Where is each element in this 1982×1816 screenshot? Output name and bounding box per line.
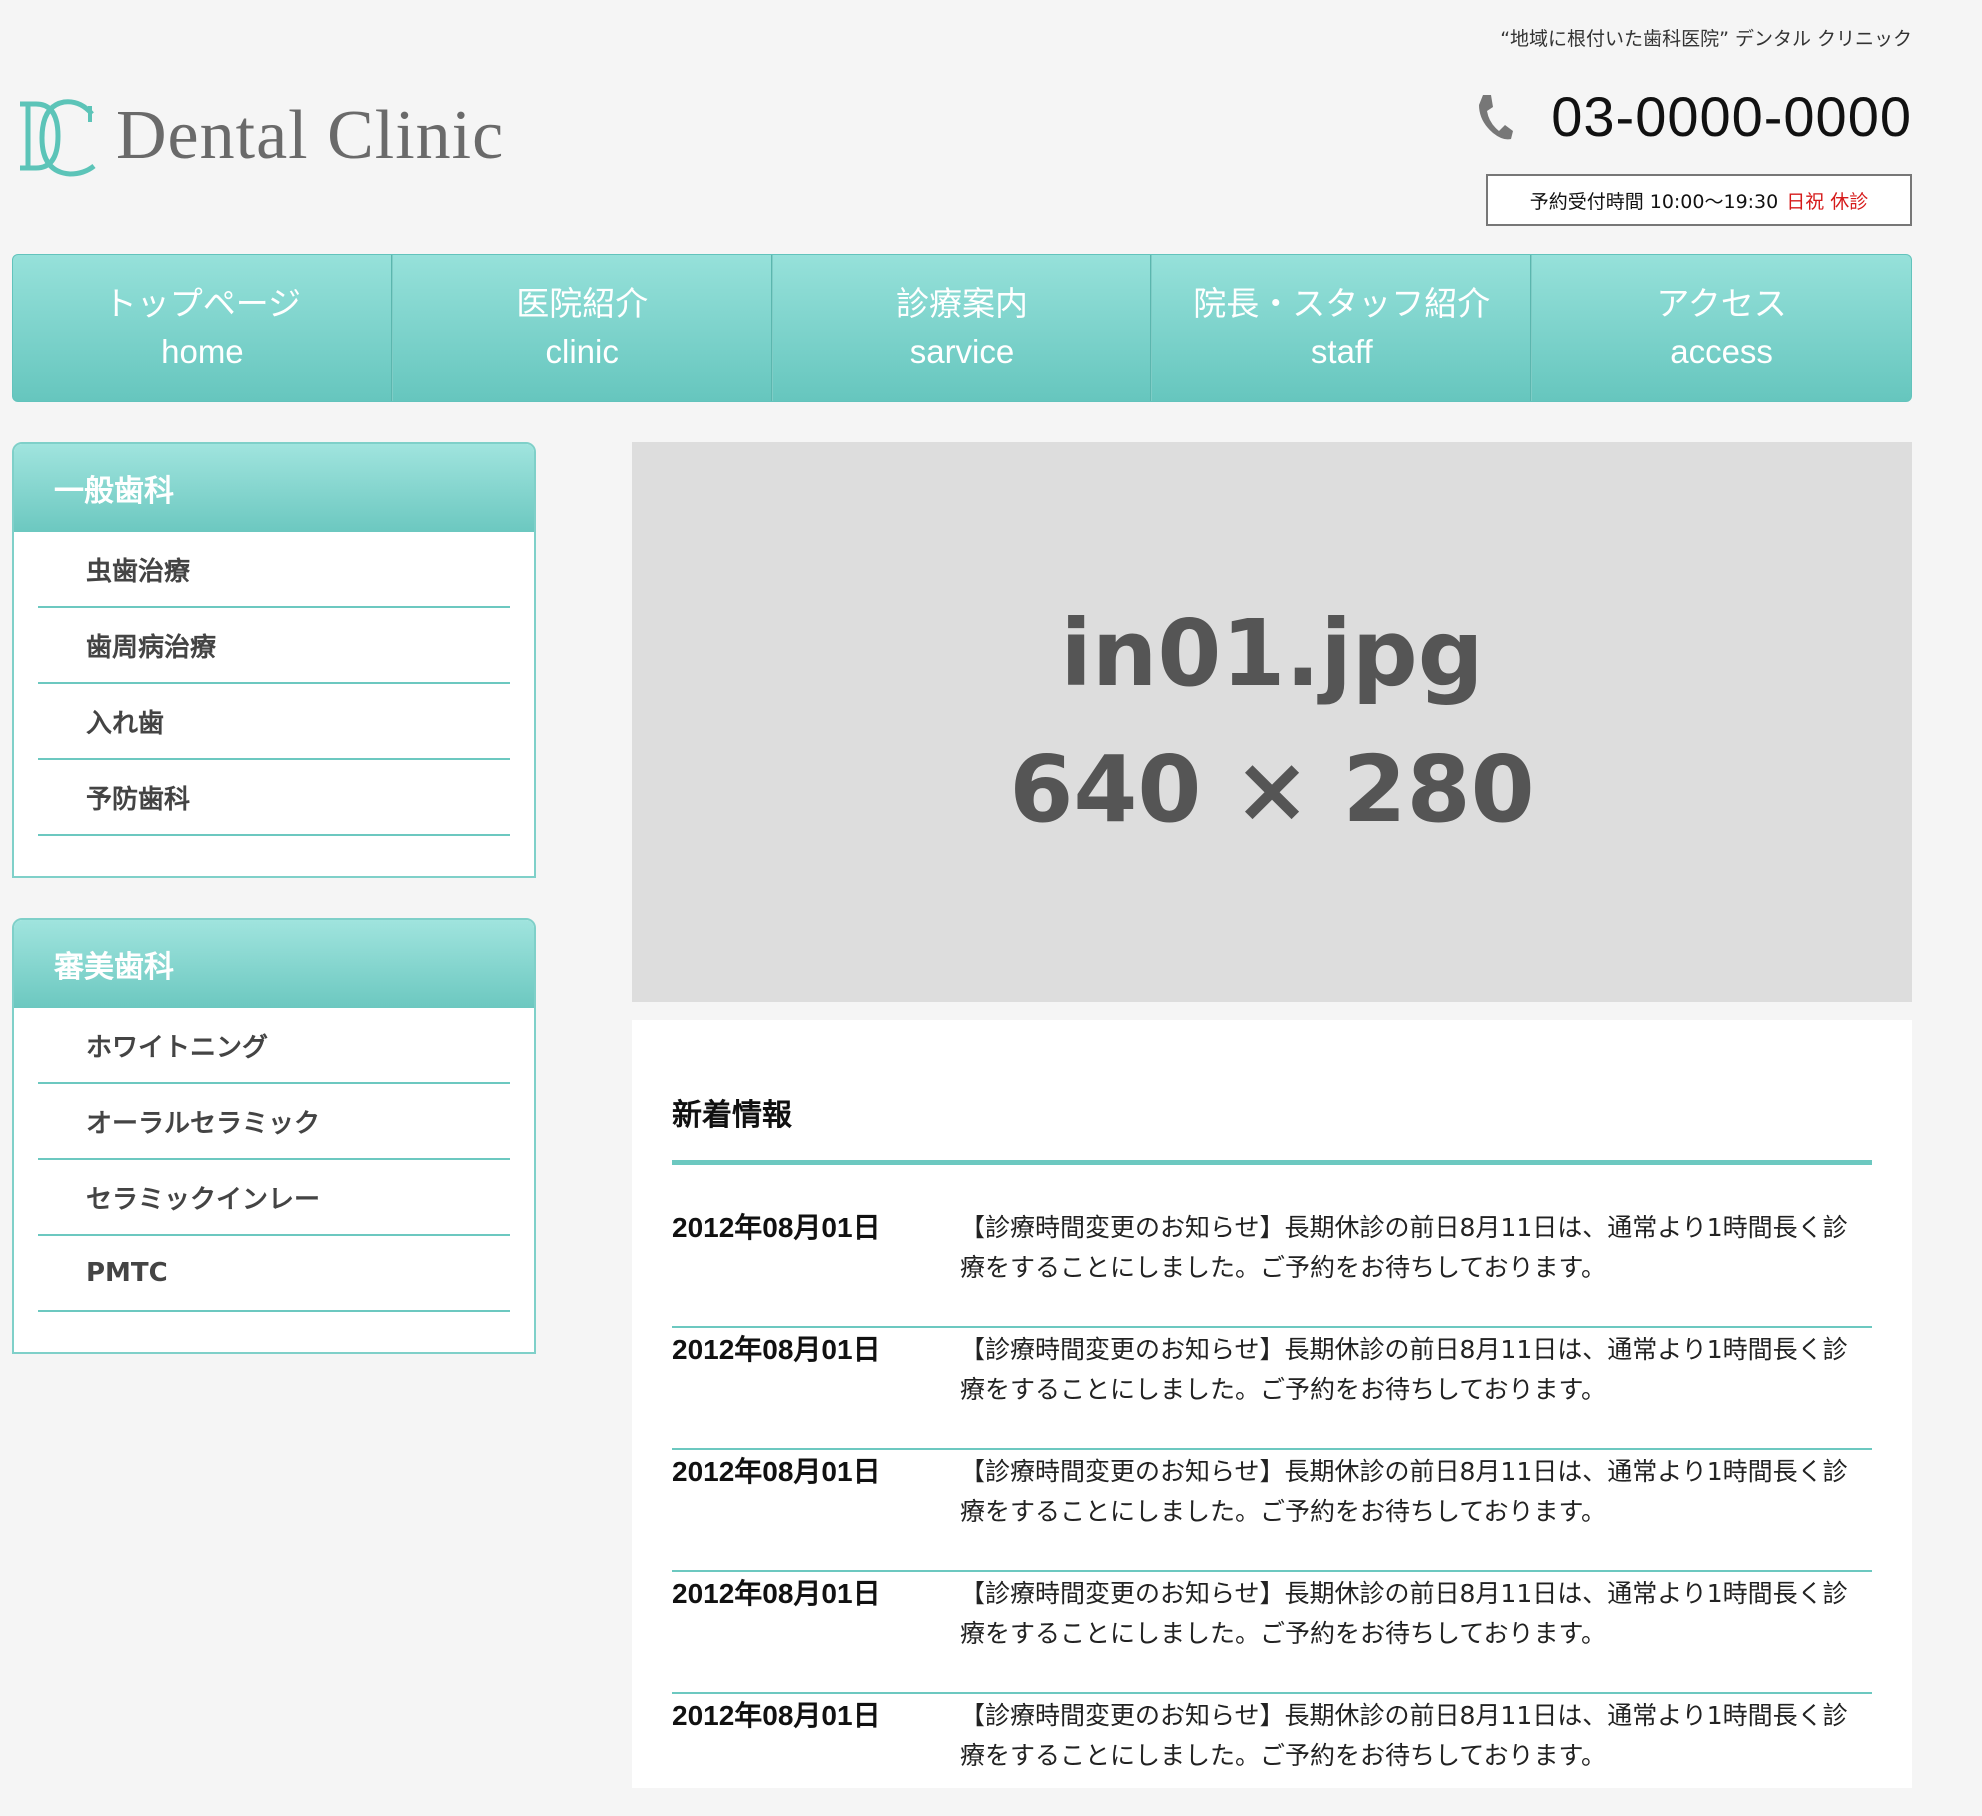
- dc-logo-icon: [20, 99, 96, 177]
- news-text: 【診療時間変更のお知らせ】長期休診の前日8月11日は、通常より1時間長く診療をす…: [960, 1213, 1848, 1282]
- nav-item-staff[interactable]: 院長・スタッフ紹介 staff: [1152, 255, 1533, 401]
- phone-icon: [1479, 94, 1514, 139]
- news-item[interactable]: 2012年08月01日 【診療時間変更のお知らせ】長期休診の前日8月11日は、通…: [672, 1328, 1872, 1450]
- nav-label-jp: アクセス: [1656, 284, 1787, 323]
- reservation-hours: 予約受付時間 10:00〜19:30 日祝 休診: [1486, 174, 1912, 226]
- placeholder-dimensions: 640 × 280: [1009, 736, 1535, 843]
- news-item[interactable]: 2012年08月01日 【診療時間変更のお知らせ】長期休診の前日8月11日は、通…: [672, 1694, 1872, 1816]
- hours-label: 予約受付時間 10:00〜19:30: [1529, 190, 1779, 213]
- nav-label-en: clinic: [545, 333, 619, 370]
- news-text: 【診療時間変更のお知らせ】長期休診の前日8月11日は、通常より1時間長く診療をす…: [960, 1335, 1848, 1404]
- global-nav: トップページ home 医院紹介 clinic 診療案内 sarvice 院長・…: [12, 254, 1912, 402]
- nav-label-en: sarvice: [909, 333, 1015, 370]
- news-item[interactable]: 2012年08月01日 【診療時間変更のお知らせ】長期休診の前日8月11日は、通…: [672, 1572, 1872, 1694]
- news-text: 【診療時間変更のお知らせ】長期休診の前日8月11日は、通常より1時間長く診療をす…: [960, 1701, 1848, 1770]
- nav-label-jp: 診療案内: [895, 284, 1028, 323]
- sidebar-item-periodontal[interactable]: 歯周病治療: [38, 608, 510, 684]
- news-date: 2012年08月01日: [672, 1578, 881, 1609]
- nav-label-en: staff: [1310, 333, 1373, 370]
- news-date: 2012年08月01日: [672, 1212, 881, 1243]
- news-item[interactable]: 2012年08月01日 【診療時間変更のお知らせ】長期休診の前日8月11日は、通…: [672, 1206, 1872, 1328]
- sidebar-heading: 一般歯科: [14, 444, 534, 532]
- nav-item-home[interactable]: トップページ home: [13, 255, 393, 401]
- nav-item-service[interactable]: 診療案内 sarvice: [773, 255, 1153, 401]
- news-date: 2012年08月01日: [672, 1456, 881, 1487]
- sidebar-cosmetic: 審美歯科 ホワイトニング オーラルセラミック セラミックインレー PMTC: [12, 918, 536, 1354]
- news-section: 新着情報 2012年08月01日 【診療時間変更のお知らせ】長期休診の前日8月1…: [632, 1020, 1912, 1788]
- sidebar-item-whitening[interactable]: ホワイトニング: [38, 1008, 510, 1084]
- sidebar-item-pmtc[interactable]: PMTC: [38, 1236, 510, 1312]
- sidebar-item-oral-ceramic[interactable]: オーラルセラミック: [38, 1084, 510, 1160]
- news-text: 【診療時間変更のお知らせ】長期休診の前日8月11日は、通常より1時間長く診療をす…: [960, 1579, 1848, 1648]
- news-text: 【診療時間変更のお知らせ】長期休診の前日8月11日は、通常より1時間長く診療をす…: [960, 1457, 1848, 1526]
- news-date: 2012年08月01日: [672, 1334, 881, 1365]
- placeholder-filename: in01.jpg: [1060, 600, 1484, 707]
- sidebar-item-cavity[interactable]: 虫歯治療: [38, 532, 510, 608]
- phone-block: 03-0000-0000: [1475, 84, 1912, 149]
- news-heading: 新着情報: [672, 1098, 792, 1133]
- sidebar-heading: 審美歯科: [14, 920, 534, 1008]
- tagline: “地域に根付いた歯科医院” デンタル クリニック: [1500, 28, 1912, 50]
- phone-number[interactable]: 03-0000-0000: [1551, 84, 1912, 149]
- sidebar-item-ceramic-inlay[interactable]: セラミックインレー: [38, 1160, 510, 1236]
- news-heading-divider: [672, 1160, 1872, 1165]
- news-list: 2012年08月01日 【診療時間変更のお知らせ】長期休診の前日8月11日は、通…: [672, 1206, 1872, 1816]
- nav-item-access[interactable]: アクセス access: [1532, 255, 1911, 401]
- nav-label-jp: 医院紹介: [516, 284, 649, 323]
- closed-days: 日祝 休診: [1786, 190, 1869, 213]
- nav-label-en: access: [1670, 333, 1773, 370]
- site-logo[interactable]: Dental Clinic: [14, 92, 504, 180]
- sidebar-item-dentures[interactable]: 入れ歯: [38, 684, 510, 760]
- sidebar-general: 一般歯科 虫歯治療 歯周病治療 入れ歯 予防歯科: [12, 442, 536, 878]
- nav-label-en: home: [161, 333, 244, 370]
- nav-label-jp: 院長・スタッフ紹介: [1193, 284, 1491, 323]
- sidebar-list: 虫歯治療 歯周病治療 入れ歯 予防歯科: [14, 532, 534, 876]
- nav-item-clinic[interactable]: 医院紹介 clinic: [393, 255, 773, 401]
- logo-text: Dental Clinic: [116, 97, 505, 174]
- news-date: 2012年08月01日: [672, 1700, 881, 1731]
- sidebar-item-preventive[interactable]: 予防歯科: [38, 760, 510, 836]
- nav-label-jp: トップページ: [103, 284, 302, 323]
- news-item[interactable]: 2012年08月01日 【診療時間変更のお知らせ】長期休診の前日8月11日は、通…: [672, 1450, 1872, 1572]
- hero-image-placeholder: in01.jpg 640 × 280: [632, 442, 1912, 1002]
- sidebar-list: ホワイトニング オーラルセラミック セラミックインレー PMTC: [14, 1008, 534, 1352]
